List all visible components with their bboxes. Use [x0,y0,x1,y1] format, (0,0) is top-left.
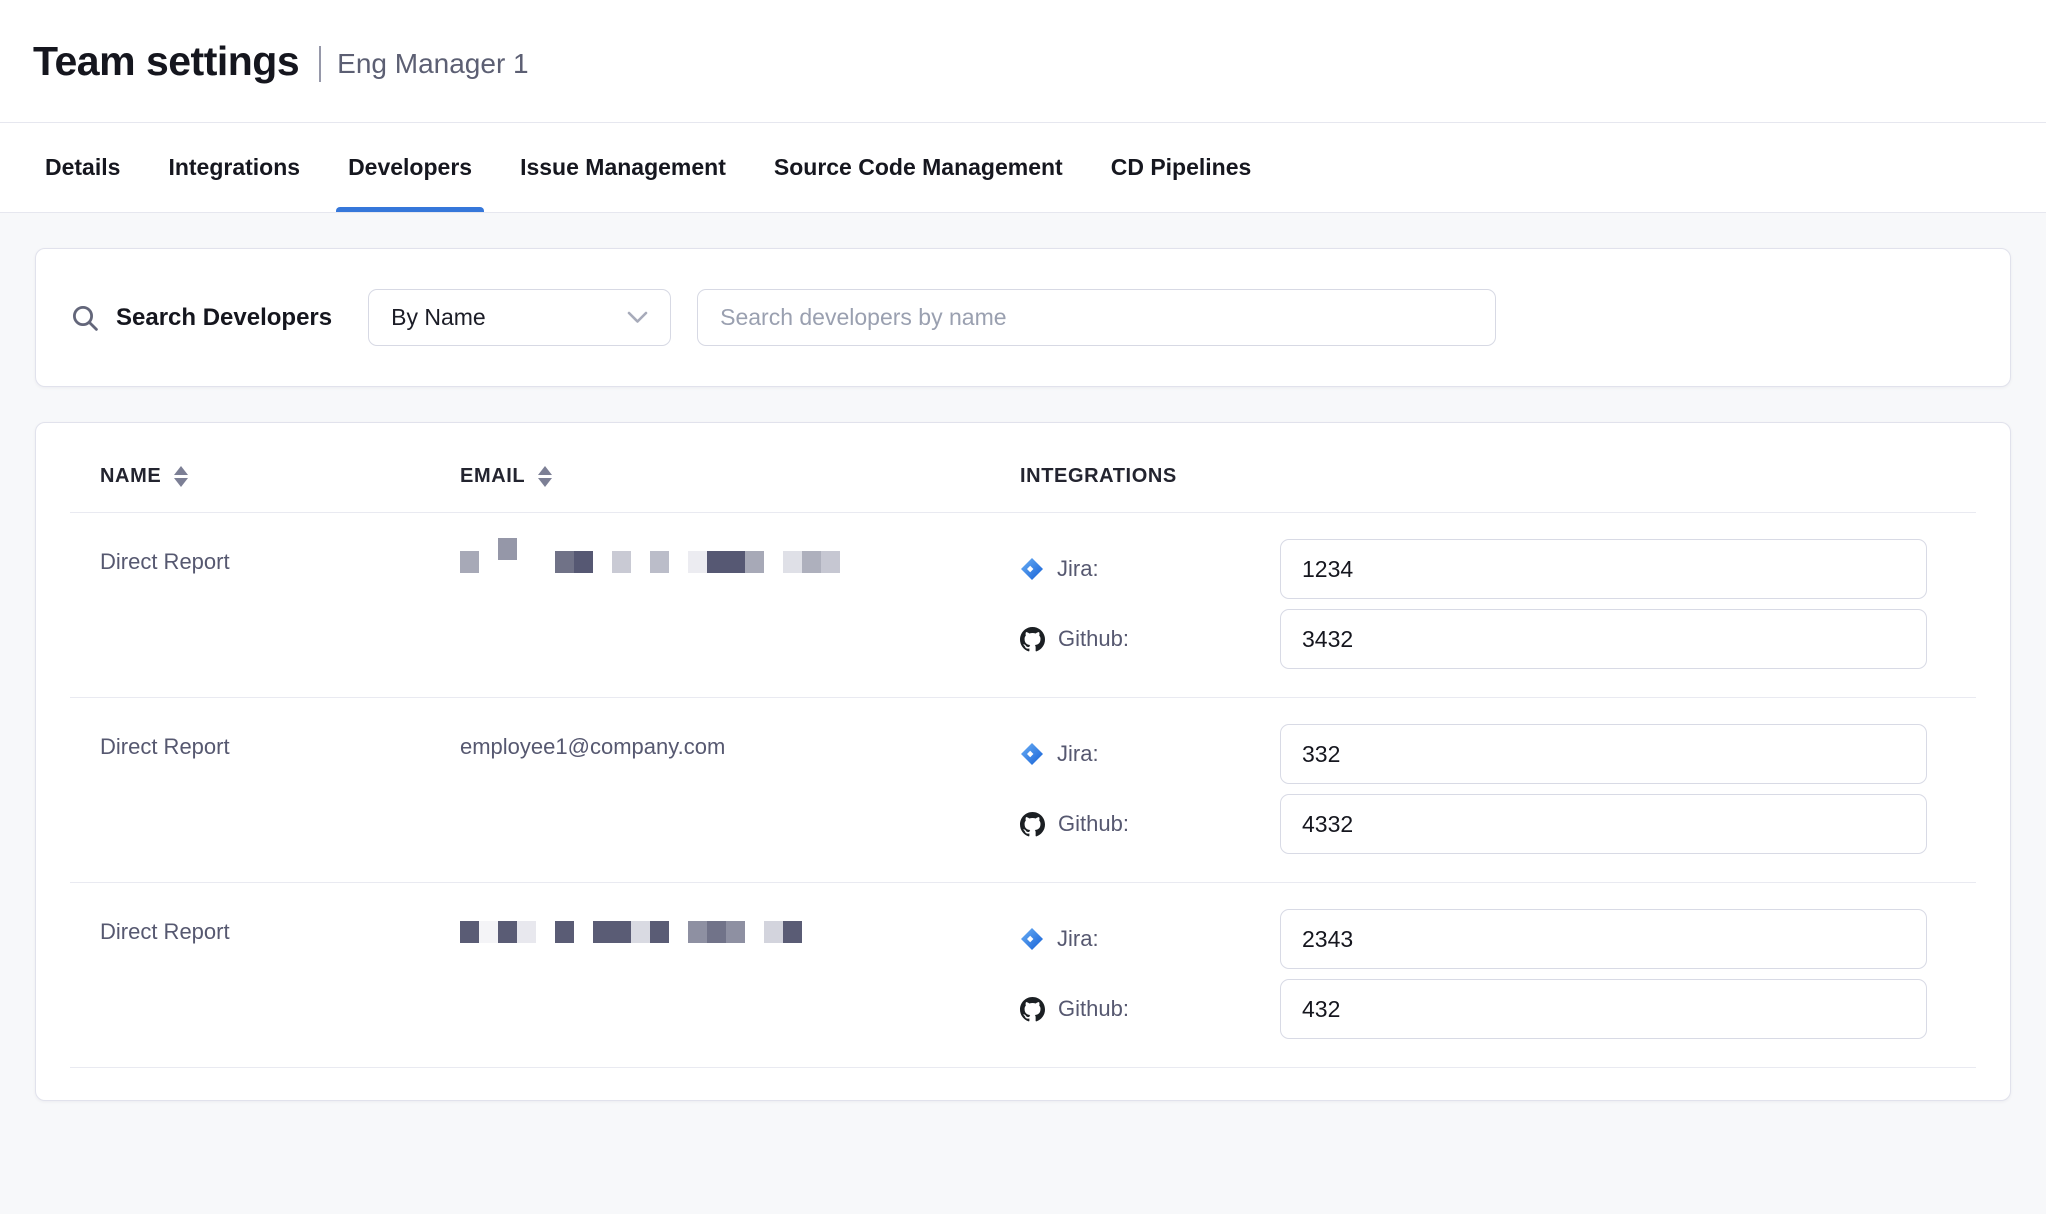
jira-id-input[interactable] [1280,909,1927,969]
search-filter-select[interactable]: By Name [368,289,671,346]
sort-icon[interactable] [538,466,552,487]
redacted-email-blocks [460,919,990,953]
tab-issue-management[interactable]: Issue Management [520,123,726,212]
jira-label: Jira: [1057,556,1099,582]
github-icon [1020,997,1045,1022]
title-divider [319,46,321,82]
integrations-cell: Jira: Github: [990,909,1976,1039]
tab-developers[interactable]: Developers [348,123,472,212]
team-name-subtitle: Eng Manager 1 [337,48,528,80]
tab-bar: Details Integrations Developers Issue Ma… [0,123,2046,213]
jira-label: Jira: [1057,926,1099,952]
table-header-row: NAME EMAIL INTEGRATIONS [70,423,1976,512]
tab-source-code-management[interactable]: Source Code Management [774,123,1063,212]
developer-email-redacted [430,539,990,669]
table-row: Direct Report Jira: [70,512,1976,697]
search-icon [70,303,100,333]
developer-email: employee1@company.com [430,724,990,854]
search-input[interactable] [697,289,1496,346]
search-filter-value: By Name [391,304,486,331]
chevron-down-icon [627,311,648,324]
integrations-cell: Jira: Github: [990,724,1976,854]
github-label: Github: [1058,626,1129,652]
column-header-integrations: INTEGRATIONS [990,465,1976,488]
developer-name: Direct Report [70,909,430,1039]
github-label: Github: [1058,811,1129,837]
jira-label: Jira: [1057,741,1099,767]
active-tab-indicator [336,207,484,212]
jira-id-input[interactable] [1280,539,1927,599]
table-bottom-divider [70,1067,1976,1068]
column-header-email[interactable]: EMAIL [430,465,990,488]
jira-icon [1020,742,1044,766]
developer-name: Direct Report [70,539,430,669]
tab-cd-pipelines[interactable]: CD Pipelines [1111,123,1252,212]
developer-name: Direct Report [70,724,430,854]
github-id-input[interactable] [1280,609,1927,669]
github-label: Github: [1058,996,1129,1022]
github-icon [1020,627,1045,652]
developers-table: NAME EMAIL INTEGRATIONS Direct Report [35,422,2011,1101]
github-id-input[interactable] [1280,979,1927,1039]
page-title: Team settings [33,38,299,85]
search-panel: Search Developers By Name [35,248,2011,387]
sort-icon[interactable] [174,466,188,487]
github-icon [1020,812,1045,837]
jira-id-input[interactable] [1280,724,1927,784]
tab-integrations[interactable]: Integrations [168,123,300,212]
column-header-name[interactable]: NAME [70,465,430,488]
redacted-email-blocks [460,549,990,583]
github-id-input[interactable] [1280,794,1927,854]
search-section-label: Search Developers [116,304,332,332]
developer-email-redacted [430,909,990,1039]
integrations-cell: Jira: Github: [990,539,1976,669]
table-row: Direct Report employee1@company.com Jira… [70,697,1976,882]
table-row: Direct Report Jira: [70,882,1976,1067]
content-area: Search Developers By Name NAME EMAIL INT… [0,213,2046,1101]
page-header: Team settings Eng Manager 1 [0,0,2046,123]
tab-details[interactable]: Details [45,123,120,212]
jira-icon [1020,927,1044,951]
jira-icon [1020,557,1044,581]
